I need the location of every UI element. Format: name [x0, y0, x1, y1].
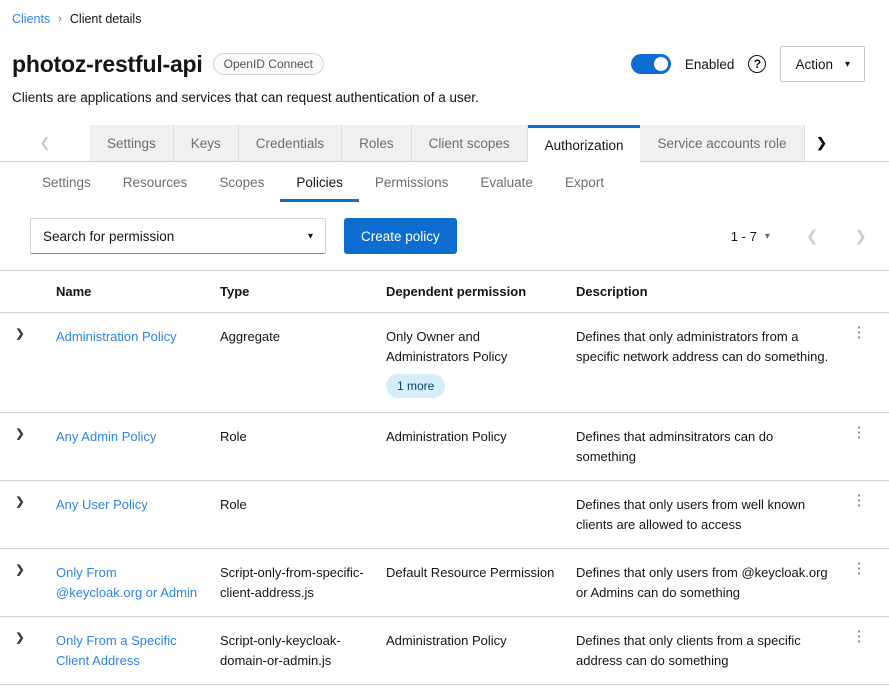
search-permission-label: Search for permission	[43, 229, 174, 244]
toolbar: Search for permission ▾ Create policy 1 …	[0, 202, 889, 270]
table-row: ❯ Administration Policy Aggregate Only O…	[0, 313, 889, 413]
expand-column-header	[0, 271, 56, 312]
subtab-scopes[interactable]: Scopes	[203, 164, 280, 202]
column-header-dependent-permission: Dependent permission	[386, 271, 576, 312]
more-badge[interactable]: 1 more	[386, 374, 445, 398]
actions-column-header	[845, 271, 889, 312]
main-tab-bar: ❮ SettingsKeysCredentialsRolesClient sco…	[0, 125, 889, 162]
kebab-menu-icon[interactable]: ⋮	[852, 561, 867, 576]
table-row: ❯ Only Owner Policy Script-only-owner.js…	[0, 685, 889, 691]
action-dropdown-label: Action	[795, 57, 833, 72]
table-row: ❯ Only From a Specific Client Address Sc…	[0, 617, 889, 685]
policy-name-link[interactable]: Administration Policy	[56, 329, 177, 344]
policy-type: Script-only-owner.js	[220, 685, 386, 691]
column-header-type: Type	[220, 271, 386, 312]
header-controls: Enabled ? Action ▾	[631, 46, 865, 82]
pagination-next-icon[interactable]: ❯	[846, 223, 875, 249]
policy-description: Defines that adminsitrators can do somet…	[576, 413, 845, 480]
enabled-toggle[interactable]	[631, 54, 671, 74]
enabled-toggle-label: Enabled	[685, 57, 735, 72]
subtab-export[interactable]: Export	[549, 164, 620, 202]
breadcrumb-clients-link[interactable]: Clients	[12, 12, 50, 26]
row-expand-chevron-icon[interactable]: ❯	[15, 327, 24, 342]
tab-scroll-right-icon[interactable]: ❯	[805, 125, 839, 161]
policy-name-link[interactable]: Any User Policy	[56, 497, 148, 512]
tab-scroll-left-icon[interactable]: ❮	[0, 125, 90, 161]
row-expand-chevron-icon[interactable]: ❯	[15, 631, 24, 646]
policy-dependent-permission: Only Owner and Administrators Policy	[386, 685, 576, 691]
tab-service-accounts-role[interactable]: Service accounts role	[640, 125, 804, 161]
policy-type: Script-only-keycloak-domain-or-admin.js	[220, 617, 386, 684]
subtab-settings[interactable]: Settings	[26, 164, 107, 202]
tab-keys[interactable]: Keys	[174, 125, 239, 161]
policy-type: Role	[220, 481, 386, 548]
policy-dependent-permission	[386, 481, 576, 548]
tab-settings[interactable]: Settings	[90, 125, 174, 161]
policy-name-link[interactable]: Any Admin Policy	[56, 429, 156, 444]
policy-dependent-permission: Administration Policy	[386, 413, 576, 480]
caret-down-icon: ▾	[308, 231, 313, 242]
page-title: photoz-restful-api	[12, 51, 203, 78]
policy-description: Defines that only users from well known …	[576, 481, 845, 548]
policy-dependent-permission: Only Owner and Administrators Policy1 mo…	[386, 313, 576, 412]
subtab-resources[interactable]: Resources	[107, 164, 204, 202]
caret-down-icon: ▾	[765, 231, 770, 242]
table-row: ❯ Any Admin Policy Role Administration P…	[0, 413, 889, 481]
policy-description: Defines that only users from @keycloak.o…	[576, 549, 845, 616]
tab-authorization[interactable]: Authorization	[528, 125, 641, 162]
sub-tab-bar: SettingsResourcesScopesPoliciesPermissio…	[0, 164, 889, 202]
create-policy-button[interactable]: Create policy	[344, 218, 457, 254]
kebab-menu-icon[interactable]: ⋮	[852, 425, 867, 440]
policy-description: Defines that only administrators from a …	[576, 313, 845, 412]
policy-name-link[interactable]: Only From a Specific Client Address	[56, 633, 177, 668]
protocol-badge: OpenID Connect	[213, 53, 324, 75]
column-header-name: Name	[56, 271, 220, 312]
policies-table: Name Type Dependent permission Descripti…	[0, 270, 889, 691]
caret-down-icon: ▾	[845, 59, 850, 70]
subtab-policies[interactable]: Policies	[280, 164, 359, 202]
policy-dependent-permission: Default Resource Permission	[386, 549, 576, 616]
pagination: 1 - 7 ▾ ❮ ❯	[731, 223, 875, 249]
page-header: photoz-restful-api OpenID Connect Enable…	[0, 36, 889, 117]
page-description: Clients are applications and services th…	[12, 90, 865, 105]
client-details-page: Clients › Client details photoz-restful-…	[0, 0, 889, 691]
tab-credentials[interactable]: Credentials	[239, 125, 342, 161]
policy-type: Role	[220, 413, 386, 480]
search-permission-select[interactable]: Search for permission ▾	[30, 218, 326, 254]
tab-roles[interactable]: Roles	[342, 125, 412, 161]
breadcrumb-current: Client details	[70, 12, 142, 26]
policy-name-link[interactable]: Only From @keycloak.org or Admin	[56, 565, 197, 600]
pagination-range-dropdown[interactable]: 1 - 7 ▾	[731, 229, 770, 244]
help-icon[interactable]: ?	[748, 55, 766, 73]
table-row: ❯ Any User Policy Role Defines that only…	[0, 481, 889, 549]
breadcrumb: Clients › Client details	[0, 0, 889, 36]
action-dropdown[interactable]: Action ▾	[780, 46, 865, 82]
policy-type: Script-only-from-specific-client-address…	[220, 549, 386, 616]
policy-dependent-permission: Administration Policy	[386, 617, 576, 684]
pagination-prev-icon[interactable]: ❮	[798, 223, 827, 249]
toggle-knob	[654, 57, 668, 71]
table-row: ❯ Only From @keycloak.org or Admin Scrip…	[0, 549, 889, 617]
kebab-menu-icon[interactable]: ⋮	[852, 325, 867, 340]
row-expand-chevron-icon[interactable]: ❯	[15, 427, 24, 442]
pagination-range-label: 1 - 7	[731, 229, 757, 244]
tab-client-scopes[interactable]: Client scopes	[412, 125, 528, 161]
subtab-evaluate[interactable]: Evaluate	[464, 164, 549, 202]
policy-description: Defines that only the resource owner is …	[576, 685, 845, 691]
kebab-menu-icon[interactable]: ⋮	[852, 493, 867, 508]
table-header-row: Name Type Dependent permission Descripti…	[0, 271, 889, 313]
row-expand-chevron-icon[interactable]: ❯	[15, 563, 24, 578]
breadcrumb-separator-icon: ›	[58, 13, 62, 25]
policy-type: Aggregate	[220, 313, 386, 412]
subtab-permissions[interactable]: Permissions	[359, 164, 465, 202]
row-expand-chevron-icon[interactable]: ❯	[15, 495, 24, 510]
kebab-menu-icon[interactable]: ⋮	[852, 629, 867, 644]
policy-description: Defines that only clients from a specifi…	[576, 617, 845, 684]
column-header-description: Description	[576, 271, 845, 312]
